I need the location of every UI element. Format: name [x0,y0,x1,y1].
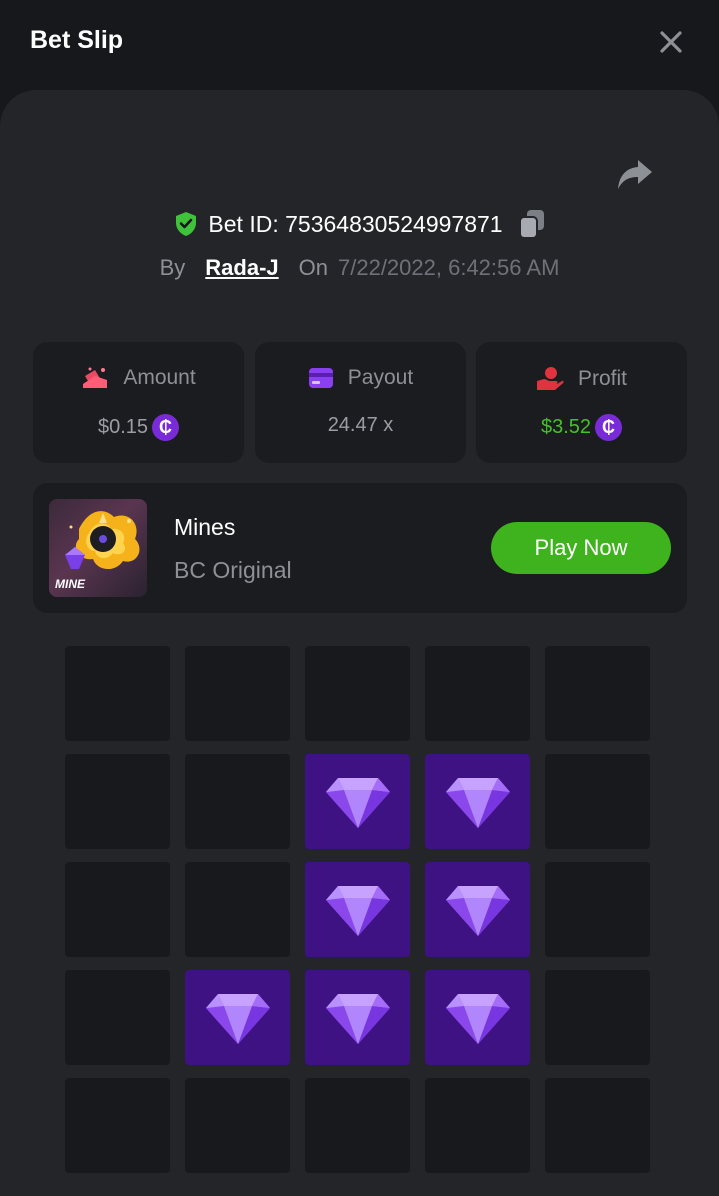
gem-icon [444,990,512,1046]
mine-tile [305,646,410,741]
verified-shield-icon [176,212,197,236]
amount-card: Amount $0.15 ₵ [33,342,244,463]
bet-id-row: Bet ID: 75364830524997871 [0,206,719,242]
by-label: By [159,255,186,280]
gem-icon [204,990,272,1046]
coin-icon: ₵ [595,414,623,441]
mines-board [65,646,650,1173]
on-label: On [298,255,328,280]
profit-value: $3.52 [540,416,592,438]
mine-tile [65,646,170,741]
mine-tile [185,754,290,849]
profit-label: Profit [577,367,627,390]
header: Bet Slip [0,0,719,84]
copy-icon [518,210,544,239]
payout-label: Payout [347,366,414,389]
amount-icon [83,367,108,388]
mine-tile [305,1078,410,1173]
gem-icon [324,990,392,1046]
payout-card-icon [308,368,333,388]
bet-id: Bet ID: 75364830524997871 [208,210,503,237]
page-title: Bet Slip [30,26,124,54]
amount-label: Amount [123,366,196,389]
mine-tile [545,646,650,741]
gem-tile [305,970,410,1065]
bet-datetime: 7/22/2022, 6:42:56 AM [338,255,560,280]
gem-icon [324,774,392,830]
mine-tile [185,862,290,957]
mine-tile [425,1078,530,1173]
coin-icon: ₵ [152,414,180,441]
bet-meta-row: By Rada-J On 7/22/2022, 6:42:56 AM [0,252,719,284]
mine-tile [425,646,530,741]
gem-tile [185,970,290,1065]
share-button[interactable] [616,158,654,192]
play-now-button[interactable]: Play Now [491,522,671,574]
gem-tile [425,862,530,957]
mine-tile [185,1078,290,1173]
mines-game-thumbnail[interactable]: MINE [49,499,147,597]
gem-icon [444,882,512,938]
mine-tile [65,970,170,1065]
profit-card: Profit $3.52 ₵ [476,342,687,463]
mine-tile [65,862,170,957]
mine-tile [185,646,290,741]
mine-tile [545,862,650,957]
gem-tile [305,862,410,957]
gem-tile [425,754,530,849]
mine-tile [545,970,650,1065]
gem-icon [324,882,392,938]
game-name: Mines [174,514,236,540]
mine-tile [65,1078,170,1173]
close-icon [660,31,682,53]
amount-value: $0.15 [97,416,149,438]
player-name-link[interactable]: Rada-J [205,255,278,281]
profit-hand-icon [536,367,564,390]
share-icon [618,160,652,189]
copy-button[interactable] [518,209,545,239]
mine-tile [65,754,170,849]
gem-tile [305,754,410,849]
gem-tile [425,970,530,1065]
gem-icon [444,774,512,830]
game-provider: BC Original [174,557,292,583]
close-button[interactable] [655,26,687,58]
game-card: MINE Mines BC Original Play Now [33,483,687,613]
thumbnail-caption: MINE [55,577,85,591]
mine-tile [545,754,650,849]
payout-card: Payout 24.47 x [255,342,466,463]
mine-tile [545,1078,650,1173]
payout-value: 24.47 x [327,414,394,436]
